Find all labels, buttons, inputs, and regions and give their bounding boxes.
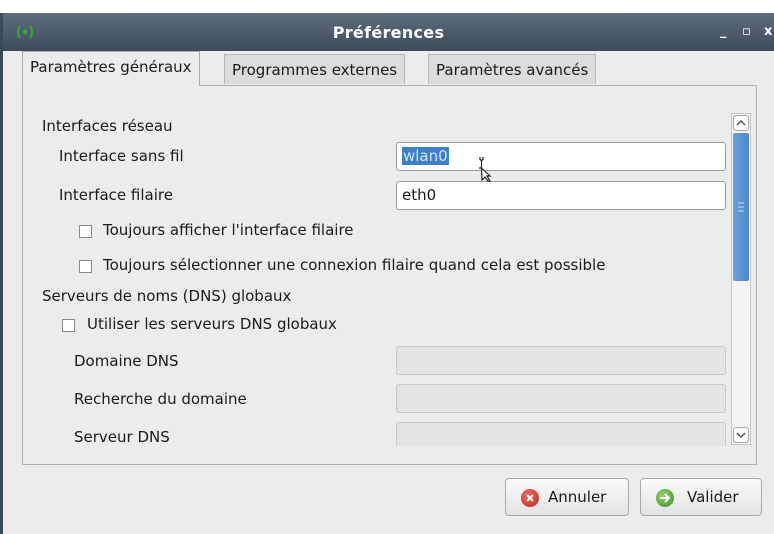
- cancel-icon: [521, 489, 539, 507]
- tab-label: Programmes externes: [232, 61, 398, 79]
- wireless-interface-value: wlan0: [402, 147, 449, 165]
- always-show-wired-label[interactable]: Toujours afficher l'interface filaire: [103, 221, 354, 239]
- scroll-thumb[interactable]: [733, 133, 749, 281]
- wireless-interface-input[interactable]: wlan0: [396, 142, 726, 171]
- tab-general-settings[interactable]: Paramètres généraux: [22, 51, 200, 86]
- dns-server-input[interactable]: [396, 422, 726, 446]
- dns-server-label: Serveur DNS: [74, 428, 170, 446]
- ok-button-label: Valider: [687, 488, 739, 506]
- ok-button[interactable]: Valider: [640, 478, 762, 516]
- tab-label: Paramètres avancés: [436, 61, 589, 79]
- global-dns-heading: Serveurs de noms (DNS) globaux: [42, 287, 292, 305]
- vertical-scrollbar[interactable]: [731, 113, 751, 445]
- scroll-down-arrow-icon[interactable]: [733, 427, 749, 443]
- search-domain-label: Recherche du domaine: [74, 390, 247, 408]
- tab-advanced-settings[interactable]: Paramètres avancés: [428, 54, 597, 84]
- search-domain-input[interactable]: [396, 384, 726, 413]
- minimize-button[interactable]: _: [720, 24, 727, 39]
- cancel-button[interactable]: Annuler: [505, 478, 629, 516]
- always-show-wired-checkbox[interactable]: [79, 225, 92, 238]
- wired-interface-input[interactable]: eth0: [396, 181, 726, 210]
- dns-domain-label: Domaine DNS: [74, 352, 179, 370]
- use-global-dns-checkbox[interactable]: [62, 319, 75, 332]
- network-interfaces-heading: Interfaces réseau: [42, 117, 173, 135]
- wired-interface-label: Interface filaire: [59, 186, 173, 204]
- close-button[interactable]: x: [764, 24, 772, 39]
- use-global-dns-label[interactable]: Utiliser les serveurs DNS globaux: [87, 315, 337, 333]
- dns-domain-input[interactable]: [396, 346, 726, 375]
- wireless-interface-label: Interface sans fil: [59, 147, 184, 165]
- scroll-up-arrow-icon[interactable]: [733, 115, 749, 131]
- arrow-right-icon: [656, 489, 674, 507]
- window-title: Préférences: [332, 23, 445, 42]
- mouse-cursor-icon: [478, 156, 496, 186]
- title-bar[interactable]: Préférences _ ▫ x: [3, 13, 774, 51]
- wired-interface-value: eth0: [402, 186, 437, 204]
- maximize-button[interactable]: ▫: [742, 24, 751, 39]
- always-select-wired-label[interactable]: Toujours sélectionner une connexion fila…: [103, 256, 605, 274]
- tab-external-programs[interactable]: Programmes externes: [224, 54, 406, 84]
- cancel-button-label: Annuler: [548, 488, 607, 506]
- always-select-wired-checkbox[interactable]: [79, 260, 92, 273]
- tab-label: Paramètres généraux: [30, 58, 192, 76]
